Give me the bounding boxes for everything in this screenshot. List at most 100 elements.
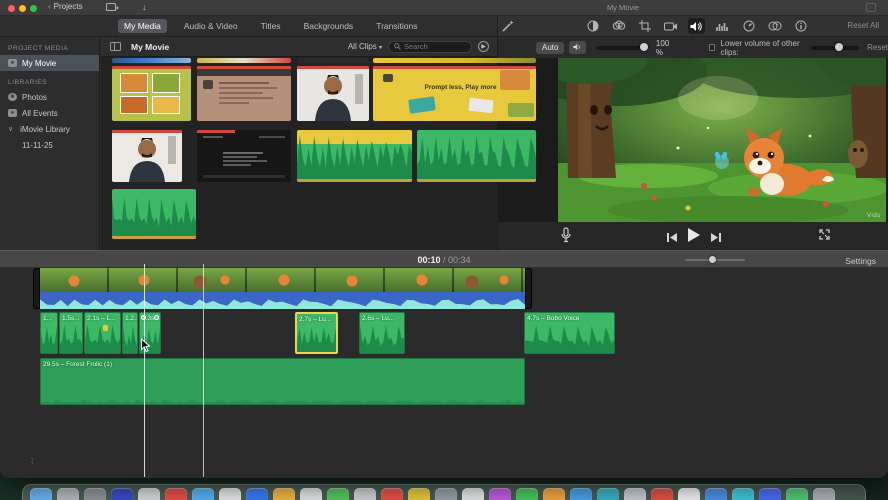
play-icon[interactable] — [686, 227, 701, 248]
clip-thumbnail-presenter[interactable] — [112, 130, 182, 182]
search-input[interactable] — [404, 42, 464, 51]
sidebar-item-my-movie[interactable]: ★ My Movie — [0, 55, 99, 71]
trim-handle-right[interactable] — [525, 268, 532, 309]
circle-arrow-icon[interactable]: ▶ — [478, 41, 489, 52]
dock-app-icon[interactable] — [732, 488, 754, 500]
playhead-line[interactable] — [203, 264, 204, 477]
audio-clip[interactable]: 2.6s – Lu... — [359, 312, 405, 354]
import-media-icon[interactable] — [106, 2, 119, 15]
stabilization-icon[interactable] — [662, 18, 679, 34]
dock-app-icon[interactable] — [273, 488, 295, 500]
dock-app-icon[interactable] — [543, 488, 565, 500]
dock-app-icon[interactable] — [57, 488, 79, 500]
audio-clip[interactable]: 1... — [40, 312, 58, 354]
video-clip-filmstrip[interactable] — [40, 268, 525, 292]
dock-app-icon[interactable] — [570, 488, 592, 500]
speed-icon[interactable] — [740, 18, 757, 34]
microphone-icon[interactable] — [560, 227, 572, 248]
close-window-button[interactable] — [8, 5, 15, 12]
download-arrow-icon[interactable]: ↓ — [142, 2, 147, 13]
dock-app-icon[interactable] — [165, 488, 187, 500]
dock-app-icon[interactable] — [327, 488, 349, 500]
noise-equalizer-icon[interactable] — [714, 18, 731, 34]
dock-app-icon[interactable] — [192, 488, 214, 500]
clip-thumbnail-partial[interactable] — [373, 58, 536, 63]
zoom-window-button[interactable] — [30, 5, 37, 12]
color-correction-icon[interactable] — [610, 18, 627, 34]
dock-app-icon[interactable] — [813, 488, 835, 500]
clip-thumbnail-yellow-slide[interactable]: Prompt less, Play more — [373, 66, 536, 121]
settings-button[interactable]: Settings — [845, 256, 876, 266]
clip-thumbnail-presenter[interactable] — [297, 66, 369, 121]
fullscreen-icon[interactable] — [818, 228, 831, 246]
dock-app-icon[interactable] — [462, 488, 484, 500]
dock-app-icon[interactable] — [435, 488, 457, 500]
dock-app-icon[interactable] — [705, 488, 727, 500]
tab-backgrounds[interactable]: Backgrounds — [298, 19, 360, 33]
dock-app-icon[interactable] — [651, 488, 673, 500]
clip-thumbnail-partial[interactable] — [197, 58, 291, 63]
clip-thumbnail-slide[interactable] — [197, 66, 291, 121]
dock-app-icon[interactable] — [408, 488, 430, 500]
sidebar-item-imovie-library[interactable]: ∨ iMovie Library — [0, 121, 99, 137]
dock-app-icon[interactable] — [300, 488, 322, 500]
lower-volume-checkbox[interactable] — [709, 44, 716, 51]
color-balance-icon[interactable] — [584, 18, 601, 34]
dock-app-icon[interactable] — [381, 488, 403, 500]
fade-handle[interactable] — [154, 315, 159, 320]
back-to-projects-button[interactable]: ‹ Projects — [48, 2, 83, 11]
crop-icon[interactable] — [636, 18, 653, 34]
tab-audio-video[interactable]: Audio & Video — [178, 19, 244, 33]
clip-thumbnail-partial[interactable] — [297, 58, 369, 63]
dock-app-icon[interactable] — [489, 488, 511, 500]
effects-icon[interactable] — [766, 18, 783, 34]
magic-wand-icon[interactable] — [501, 19, 515, 38]
speaker-button[interactable] — [569, 41, 587, 54]
dock-app-icon[interactable] — [786, 488, 808, 500]
sidebar-item-photos[interactable]: ✽ Photos — [0, 89, 99, 105]
dock[interactable] — [22, 484, 866, 500]
reset-button[interactable]: Reset — [867, 43, 888, 52]
tab-my-media[interactable]: My Media — [118, 19, 167, 33]
tab-titles[interactable]: Titles — [255, 19, 287, 33]
audio-clip[interactable]: 1.2... — [122, 312, 138, 354]
volume-icon[interactable] — [688, 18, 705, 34]
dock-app-icon[interactable] — [678, 488, 700, 500]
tab-transitions[interactable]: Transitions — [370, 19, 423, 33]
music-clip[interactable]: 29.5s – Forest Frolic (1) — [40, 358, 525, 405]
dock-app-icon[interactable] — [219, 488, 241, 500]
skip-back-icon[interactable] — [666, 230, 678, 248]
dock-app-icon[interactable] — [30, 488, 52, 500]
skimmer-line[interactable] — [144, 264, 145, 477]
search-field[interactable] — [388, 40, 472, 53]
skip-forward-icon[interactable] — [710, 230, 722, 248]
all-clips-filter[interactable]: All Clips ▾ — [348, 42, 382, 51]
clip-thumbnail-partial[interactable] — [112, 58, 191, 63]
dock-app-icon[interactable] — [84, 488, 106, 500]
lower-volume-slider[interactable] — [811, 43, 860, 51]
dock-app-icon[interactable] — [138, 488, 160, 500]
dock-app-icon[interactable] — [759, 488, 781, 500]
info-icon[interactable] — [792, 18, 809, 34]
audio-clip[interactable]: 4.7s – Bobo Voice — [524, 312, 615, 354]
sidebar-item-event-date[interactable]: 11-11-25 — [0, 137, 99, 153]
audio-clip-thumbnail[interactable] — [417, 130, 536, 182]
audio-clip-selected[interactable]: 2.7s – Lu... — [295, 312, 338, 354]
audio-clip-thumbnail[interactable] — [297, 130, 412, 182]
reset-all-button[interactable]: Reset All — [847, 21, 879, 30]
trim-handle-left[interactable] — [33, 268, 40, 309]
audio-clip-thumbnail[interactable] — [112, 189, 196, 239]
sidebar-toggle-icon[interactable] — [110, 42, 121, 51]
minimize-window-button[interactable] — [19, 5, 26, 12]
timeline-zoom-slider[interactable] — [685, 256, 745, 263]
dock-app-icon[interactable] — [516, 488, 538, 500]
clip-thumbnail-collage[interactable] — [112, 66, 191, 121]
dock-app-icon[interactable] — [624, 488, 646, 500]
video-audio-waveform[interactable] — [40, 292, 525, 309]
dock-app-icon[interactable] — [354, 488, 376, 500]
sidebar-item-all-events[interactable]: ★ All Events — [0, 105, 99, 121]
video-preview[interactable]: Vidu — [558, 58, 886, 222]
auto-volume-button[interactable]: Auto — [536, 41, 565, 54]
titlebar-action-icon[interactable] — [866, 3, 876, 12]
dock-app-icon[interactable] — [597, 488, 619, 500]
